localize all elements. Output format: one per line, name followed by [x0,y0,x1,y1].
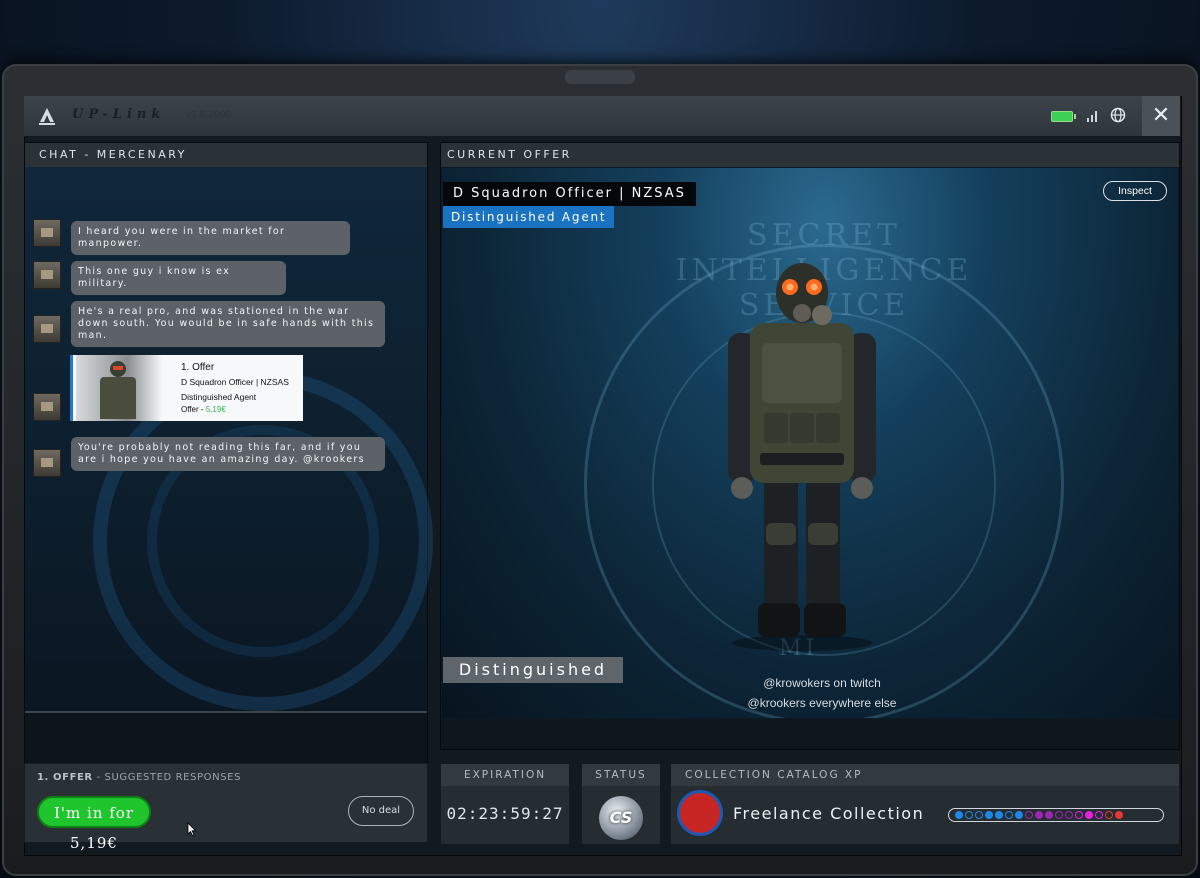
inspect-button[interactable]: Inspect [1103,181,1167,201]
xp-dot [1065,811,1073,819]
message-bubble: This one guy i know is ex military. [71,261,286,295]
agent-figure[interactable] [702,253,902,653]
offer-item-rarity: Distinguished Agent [181,392,257,402]
xp-dot [1095,811,1103,819]
current-offer-panel: CURRENT OFFER SECRET INTELLIGENCE SERVIC… [440,142,1180,750]
expiration-title: EXPIRATION [441,764,569,786]
rarity-tag: Distinguished [443,657,623,683]
collection-box: COLLECTION CATALOG XP Freelance Collecti… [670,763,1180,845]
xp-dot [975,811,983,819]
item-name-label: D Squadron Officer | NZSAS [443,182,696,206]
offer-card[interactable]: 1. Offer D Squadron Officer | NZSAS Dist… [70,355,303,421]
close-button[interactable]: ✕ [1142,96,1180,136]
freelance-collection-icon [677,790,723,836]
xp-dot [985,811,993,819]
agent-thumb-goggles [113,366,123,370]
no-deal-button[interactable]: No deal [348,796,414,826]
battery-icon [1051,111,1076,122]
chat-header: CHAT - MERCENARY [25,143,427,167]
xp-dot [1085,811,1093,819]
expiration-box: EXPIRATION 02:23:59:27 [440,763,570,845]
chat-panel: CHAT - MERCENARY I heard you were in the… [24,142,433,764]
offer-footer [441,719,1179,749]
xp-dot [1045,811,1053,819]
avatar [33,219,61,247]
title-bar: UP-Link v1.0.2000 ✕ [24,96,1180,137]
xp-dot [1055,811,1063,819]
responses-label-text: - SUGGESTED RESPONSES [92,772,242,783]
avatar [33,315,61,343]
collection-title: COLLECTION CATALOG XP [671,764,1179,786]
responses-label: 1. OFFER - SUGGESTED RESPONSES [37,772,241,783]
status-title: STATUS [582,764,660,786]
avatar [33,261,61,289]
collection-xp-track [948,808,1164,822]
expiration-timer: 02:23:59:27 [446,804,564,823]
xp-dot [995,811,1003,819]
xp-dot [1105,811,1113,819]
xp-dot [965,811,973,819]
avatar [33,449,61,477]
status-box: STATUS CS [581,763,661,845]
xp-dot [1015,811,1023,819]
collection-name: Freelance Collection [733,804,925,823]
cs-status-icon: CS [599,796,643,840]
xp-dot [1035,811,1043,819]
message-bubble: You're probably not reading this far, an… [71,437,385,471]
agent-thumb-body [100,377,136,419]
message-bubble: He's a real pro, and was stationed in th… [71,301,385,347]
message-bubble: I heard you were in the market for manpo… [71,221,350,255]
offer-price-label: Offer - [181,405,206,414]
offer-item-name: D Squadron Officer | NZSAS [181,377,289,387]
offer-price: 5,19€ [205,405,226,414]
avatar [33,393,61,421]
frame-notch [565,70,635,84]
offer-number: 1. Offer [181,362,215,373]
signal-icon [1087,111,1097,122]
xp-dot [955,811,963,819]
xp-dot [1075,811,1083,819]
suggested-responses: 1. OFFER - SUGGESTED RESPONSES I'm in fo… [24,763,428,852]
responses-label-offer: 1. OFFER [37,772,93,783]
agent-viewport: SECRET INTELLIGENCE SERVICE MI [442,168,1178,718]
offer-thumbnail [76,355,162,421]
xp-dot [1005,811,1013,819]
app-title: UP-Link [72,107,166,122]
xp-dot [1115,811,1123,819]
item-rarity-badge: Distinguished Agent [443,206,615,228]
chat-input-area [25,713,427,763]
uplink-logo-icon [39,108,55,125]
chat-emblem [93,371,433,711]
accept-offer-button[interactable]: I'm in for 5,19€ [37,796,151,852]
globe-icon [1110,107,1126,123]
offer-price-line: Offer - 5,19€ [181,405,226,414]
offer-header: CURRENT OFFER [441,143,1179,167]
app-version: v1.0.2000 [186,110,232,120]
xp-dot [1025,811,1033,819]
mouse-cursor-icon [187,822,197,836]
credit-twitch: @krowokers on twitch [763,676,881,690]
credit-handle: @krookers everywhere else [747,696,897,710]
